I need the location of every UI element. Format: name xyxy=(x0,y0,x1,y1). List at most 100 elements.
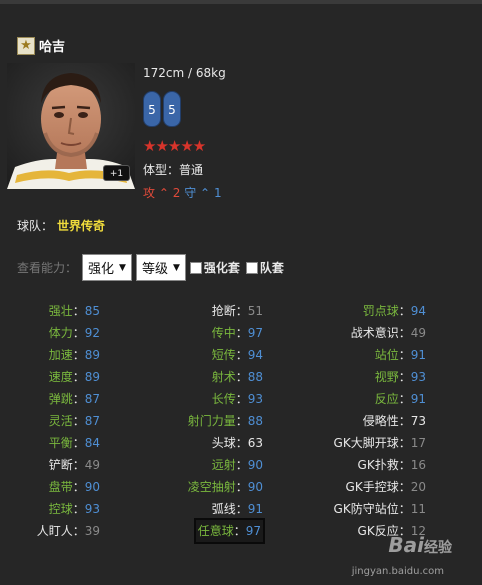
jersey-number-badge: +1 xyxy=(103,165,130,181)
stat-cell: GK扑救：16 xyxy=(358,454,426,476)
stat-cell: 弧线：91 xyxy=(212,498,263,520)
stat-name: 侵略性 xyxy=(362,414,399,428)
star-icon: ★ xyxy=(17,36,35,55)
stat-cell: 短传：94 xyxy=(212,344,263,366)
stat-name: 站位 xyxy=(374,348,399,362)
stat-separator: ： xyxy=(398,502,411,516)
level-select-value: 等级 xyxy=(141,262,168,277)
stat-name: 任意球 xyxy=(197,524,234,538)
stat-cell: GK手控球：20 xyxy=(346,476,426,498)
checkbox-box[interactable] xyxy=(189,261,202,274)
stat-separator: ： xyxy=(235,436,248,450)
stat-separator: ： xyxy=(235,414,248,428)
stat-separator: ： xyxy=(398,348,411,362)
stat-separator: ： xyxy=(235,370,248,384)
stat-cell: 站位：91 xyxy=(375,344,426,366)
stat-cell: 抢断：51 xyxy=(212,300,263,322)
stat-cell: 罚点球：94 xyxy=(363,300,426,322)
stat-value: 93 xyxy=(247,392,263,406)
stat-separator: ： xyxy=(72,480,85,494)
stat-cell: 速度：89 xyxy=(49,366,100,388)
stats-row: 铲断：49 远射：90 GK扑救：16 xyxy=(0,454,482,476)
stat-value: 91 xyxy=(410,348,426,362)
stats-row: 加速：89 短传：94 站位：91 xyxy=(0,344,482,366)
stat-value: 90 xyxy=(247,458,263,472)
stat-name: 控球 xyxy=(48,502,73,516)
stats-row: 体力：92 传中：97 战术意识：49 xyxy=(0,322,482,344)
stat-name: 凌空抽射 xyxy=(187,480,236,494)
star-rating: ★★★★★ xyxy=(143,137,206,155)
level-select[interactable]: 等级 ▼ xyxy=(135,254,186,281)
stat-name: 灵活 xyxy=(48,414,73,428)
stat-separator: ： xyxy=(72,348,85,362)
stat-separator: ： xyxy=(235,458,248,472)
stat-separator: ： xyxy=(235,326,248,340)
stat-value: 17 xyxy=(410,436,426,450)
enhance-select[interactable]: 强化 ▼ xyxy=(82,254,132,281)
stats-row: 速度：89 射术：88 视野：93 xyxy=(0,366,482,388)
stat-value: 51 xyxy=(247,304,263,318)
enhance-select-value: 强化 xyxy=(88,262,115,277)
stat-separator: ： xyxy=(72,370,85,384)
stat-separator: ： xyxy=(72,326,85,340)
stats-row: 强壮：85 抢断：51 罚点球：94 xyxy=(0,300,482,322)
stat-separator: ： xyxy=(398,370,411,384)
stat-name: 罚点球 xyxy=(362,304,399,318)
team-label: 球队： xyxy=(17,219,54,233)
stat-cell: 人盯人：39 xyxy=(37,520,100,542)
stat-cell: 射门力量：88 xyxy=(188,410,263,432)
stat-cell: 控球：93 xyxy=(49,498,100,520)
watermark-url: jingyan.baidu.com xyxy=(351,566,444,577)
player-name: 哈吉 xyxy=(39,40,66,55)
stats-row: 灵活：87 射门力量：88 侵略性：73 xyxy=(0,410,482,432)
stat-cell: GK大脚开球：17 xyxy=(334,432,426,454)
team-set-checkbox[interactable]: 队套 xyxy=(245,259,284,276)
stat-name: 视野 xyxy=(374,370,399,384)
ability-controls: 查看能力： 强化 ▼ 等级 ▼ 强化套 队套 xyxy=(17,254,290,281)
enhance-set-checkbox[interactable]: 强化套 xyxy=(189,259,240,276)
stat-cell: 头球：63 xyxy=(212,432,263,454)
stat-name: 强壮 xyxy=(48,304,73,318)
stat-name: 抢断 xyxy=(211,304,236,318)
stat-separator: ： xyxy=(72,502,85,516)
stat-value: 49 xyxy=(410,326,426,340)
stat-value: 73 xyxy=(410,414,426,428)
right-foot-icon: 5 xyxy=(163,91,181,127)
stat-value: 89 xyxy=(84,348,100,362)
stat-value: 94 xyxy=(410,304,426,318)
stat-value: 87 xyxy=(84,414,100,428)
stat-value: 91 xyxy=(410,392,426,406)
stat-value: 39 xyxy=(84,524,100,538)
team-name[interactable]: 世界传奇 xyxy=(57,219,105,233)
stat-name: 加速 xyxy=(48,348,73,362)
stat-value: 91 xyxy=(247,502,263,516)
stat-value: 90 xyxy=(247,480,263,494)
attack-label: 攻 xyxy=(143,186,156,200)
stat-value: 90 xyxy=(84,480,100,494)
stats-row: 弹跳：87 长传：93 反应：91 xyxy=(0,388,482,410)
stat-cell: 强壮：85 xyxy=(49,300,100,322)
stat-separator: ： xyxy=(72,458,85,472)
body-type: 体型：普通 xyxy=(143,163,204,177)
stat-name: 弧线 xyxy=(211,502,236,516)
defense-arrow-icon: ⌃ xyxy=(200,186,211,200)
stat-separator: ： xyxy=(235,502,248,516)
checkbox-box[interactable] xyxy=(245,261,258,274)
stat-name: 射术 xyxy=(211,370,236,384)
defense-label: 守 xyxy=(184,186,197,200)
stat-name: 平衡 xyxy=(48,436,73,450)
view-ability-label: 查看能力： xyxy=(17,261,78,275)
watermark-logo: Bai经验 xyxy=(388,533,452,557)
stats-row: 平衡：84 头球：63 GK大脚开球：17 xyxy=(0,432,482,454)
stat-cell: 战术意识：49 xyxy=(351,322,426,344)
stat-cell: 盘带：90 xyxy=(49,476,100,498)
stat-separator: ： xyxy=(398,458,411,472)
stat-cell: 体力：92 xyxy=(49,322,100,344)
stats-grid: 强壮：85 抢断：51 罚点球：94 体力：92 传中：97 战术意识：49 加速：89 短传… xyxy=(0,300,482,544)
stat-value: 94 xyxy=(247,348,263,362)
stat-name: 弹跳 xyxy=(48,392,73,406)
left-foot-icon: 5 xyxy=(143,91,161,127)
stat-name: 短传 xyxy=(211,348,236,362)
stat-name: 长传 xyxy=(211,392,236,406)
attack-arrow-icon: ⌃ xyxy=(158,186,169,200)
